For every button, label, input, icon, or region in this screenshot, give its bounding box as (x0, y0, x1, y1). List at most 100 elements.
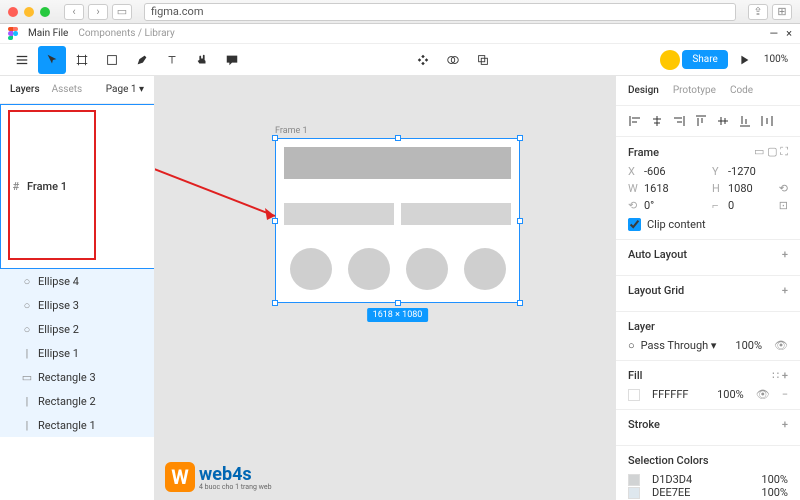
resize-handle[interactable] (517, 135, 523, 141)
radius-detail-icon[interactable]: ⊡ (779, 199, 788, 212)
frame-tool[interactable] (68, 46, 96, 74)
frame-preset-icon[interactable]: ▭ ▢ ⛶ (754, 145, 788, 159)
menu-button[interactable] (8, 46, 36, 74)
layer-item[interactable]: ○Ellipse 3 (0, 293, 154, 317)
layer-item[interactable]: ▭Rectangle 3 (0, 365, 154, 389)
align-bottom-icon[interactable] (738, 114, 752, 128)
comment-tool[interactable] (218, 46, 246, 74)
add-layout-grid-icon[interactable]: + (782, 284, 788, 297)
boolean-tool[interactable] (469, 46, 497, 74)
canvas-ellipse[interactable] (348, 248, 390, 290)
radius-value[interactable]: 0 (728, 199, 734, 212)
assets-tab[interactable]: Assets (52, 84, 83, 95)
align-hcenter-icon[interactable] (650, 114, 664, 128)
file-tab-2[interactable]: Components / Library (78, 28, 174, 39)
share-browser-button[interactable]: ⇪ (748, 4, 768, 20)
share-button[interactable]: Share (682, 50, 727, 69)
forward-button[interactable]: › (88, 4, 108, 20)
align-right-icon[interactable] (672, 114, 686, 128)
minimize-window-icon[interactable] (24, 7, 34, 17)
layer-item[interactable]: |Rectangle 1 (0, 413, 154, 437)
mask-tool[interactable] (439, 46, 467, 74)
color-pct: 100% (761, 473, 788, 486)
back-button[interactable]: ‹ (64, 4, 84, 20)
color-hex[interactable]: D1D3D4 (652, 473, 692, 486)
tabs-button[interactable]: ⊞ (772, 4, 792, 20)
hand-tool[interactable] (188, 46, 216, 74)
canvas-ellipse[interactable] (290, 248, 332, 290)
pen-tool[interactable] (128, 46, 156, 74)
canvas-rectangle[interactable] (284, 203, 394, 225)
opacity-value[interactable]: 100% (735, 339, 762, 352)
canvas[interactable]: Frame 1 1618 × 1 (155, 76, 615, 500)
align-left-icon[interactable] (628, 114, 642, 128)
url-bar[interactable]: figma.com (144, 3, 736, 21)
resize-handle[interactable] (272, 300, 278, 306)
move-tool[interactable] (38, 46, 66, 74)
add-auto-layout-icon[interactable]: + (782, 248, 788, 261)
link-wh-icon[interactable]: ⟲ (779, 182, 788, 195)
visibility-icon[interactable]: 👁 (774, 339, 788, 352)
maximize-window-icon[interactable] (40, 7, 50, 17)
canvas-ellipse[interactable] (464, 248, 506, 290)
fill-style-icon[interactable]: ∷ + (772, 369, 788, 382)
y-value[interactable]: -1270 (728, 165, 756, 178)
code-tab[interactable]: Code (730, 85, 753, 96)
fill-opacity[interactable]: 100% (717, 388, 744, 401)
color-swatch[interactable] (628, 487, 640, 499)
h-value[interactable]: 1080 (728, 182, 753, 195)
frame-section-label: Frame (628, 146, 659, 159)
prototype-tab[interactable]: Prototype (673, 85, 716, 96)
rotation-value[interactable]: 0° (644, 199, 654, 212)
present-button[interactable] (730, 46, 758, 74)
layer-frame[interactable]: # Frame 1 (0, 104, 154, 269)
blend-mode-select[interactable]: Pass Through ▾ (641, 339, 717, 352)
close-window-icon[interactable] (8, 7, 18, 17)
sidebar-toggle-button[interactable]: ▭ (112, 4, 132, 20)
window-minimize-icon[interactable]: — (770, 27, 779, 40)
resize-handle[interactable] (517, 300, 523, 306)
figma-logo-icon[interactable] (8, 27, 18, 41)
resize-handle[interactable] (517, 218, 523, 224)
line-icon: | (22, 396, 32, 406)
canvas-rectangle[interactable] (401, 203, 511, 225)
page-selector[interactable]: Page 1 ▾ (106, 84, 144, 95)
layer-item[interactable]: |Rectangle 2 (0, 389, 154, 413)
resize-handle[interactable] (395, 300, 401, 306)
x-value[interactable]: -606 (644, 165, 666, 178)
color-hex[interactable]: DEE7EE (652, 486, 690, 499)
w-value[interactable]: 1618 (644, 182, 669, 195)
visibility-icon[interactable]: 👁 (756, 388, 770, 401)
component-tool[interactable] (409, 46, 437, 74)
window-controls (8, 7, 50, 17)
resize-handle[interactable] (395, 135, 401, 141)
user-avatar[interactable] (660, 50, 680, 70)
shape-tool[interactable] (98, 46, 126, 74)
watermark-brand: web4s (199, 464, 272, 485)
remove-fill-icon[interactable]: − (782, 388, 788, 401)
canvas-ellipse[interactable] (406, 248, 448, 290)
design-tab[interactable]: Design (628, 85, 659, 96)
align-top-icon[interactable] (694, 114, 708, 128)
layers-tab[interactable]: Layers (10, 84, 40, 95)
radius-label: ⌐ (712, 199, 724, 212)
window-close-icon[interactable]: × (786, 27, 792, 40)
align-vcenter-icon[interactable] (716, 114, 730, 128)
file-tab-1[interactable]: Main File (28, 28, 68, 39)
zoom-level[interactable]: 100% (760, 54, 792, 65)
layer-name: Ellipse 2 (38, 323, 79, 336)
color-swatch[interactable] (628, 474, 640, 486)
fill-hex[interactable]: FFFFFF (652, 388, 688, 401)
clip-content-checkbox[interactable]: Clip content (628, 218, 788, 231)
add-stroke-icon[interactable]: + (782, 418, 788, 431)
distribute-icon[interactable] (760, 114, 774, 128)
canvas-rectangle[interactable] (284, 147, 511, 179)
resize-handle[interactable] (272, 135, 278, 141)
frame-selection[interactable]: 1618 × 1080 (275, 138, 520, 303)
resize-handle[interactable] (272, 218, 278, 224)
fill-swatch[interactable] (628, 389, 640, 401)
text-tool[interactable] (158, 46, 186, 74)
layer-item[interactable]: |Ellipse 1 (0, 341, 154, 365)
layer-item[interactable]: ○Ellipse 4 (0, 269, 154, 293)
layer-item[interactable]: ○Ellipse 2 (0, 317, 154, 341)
